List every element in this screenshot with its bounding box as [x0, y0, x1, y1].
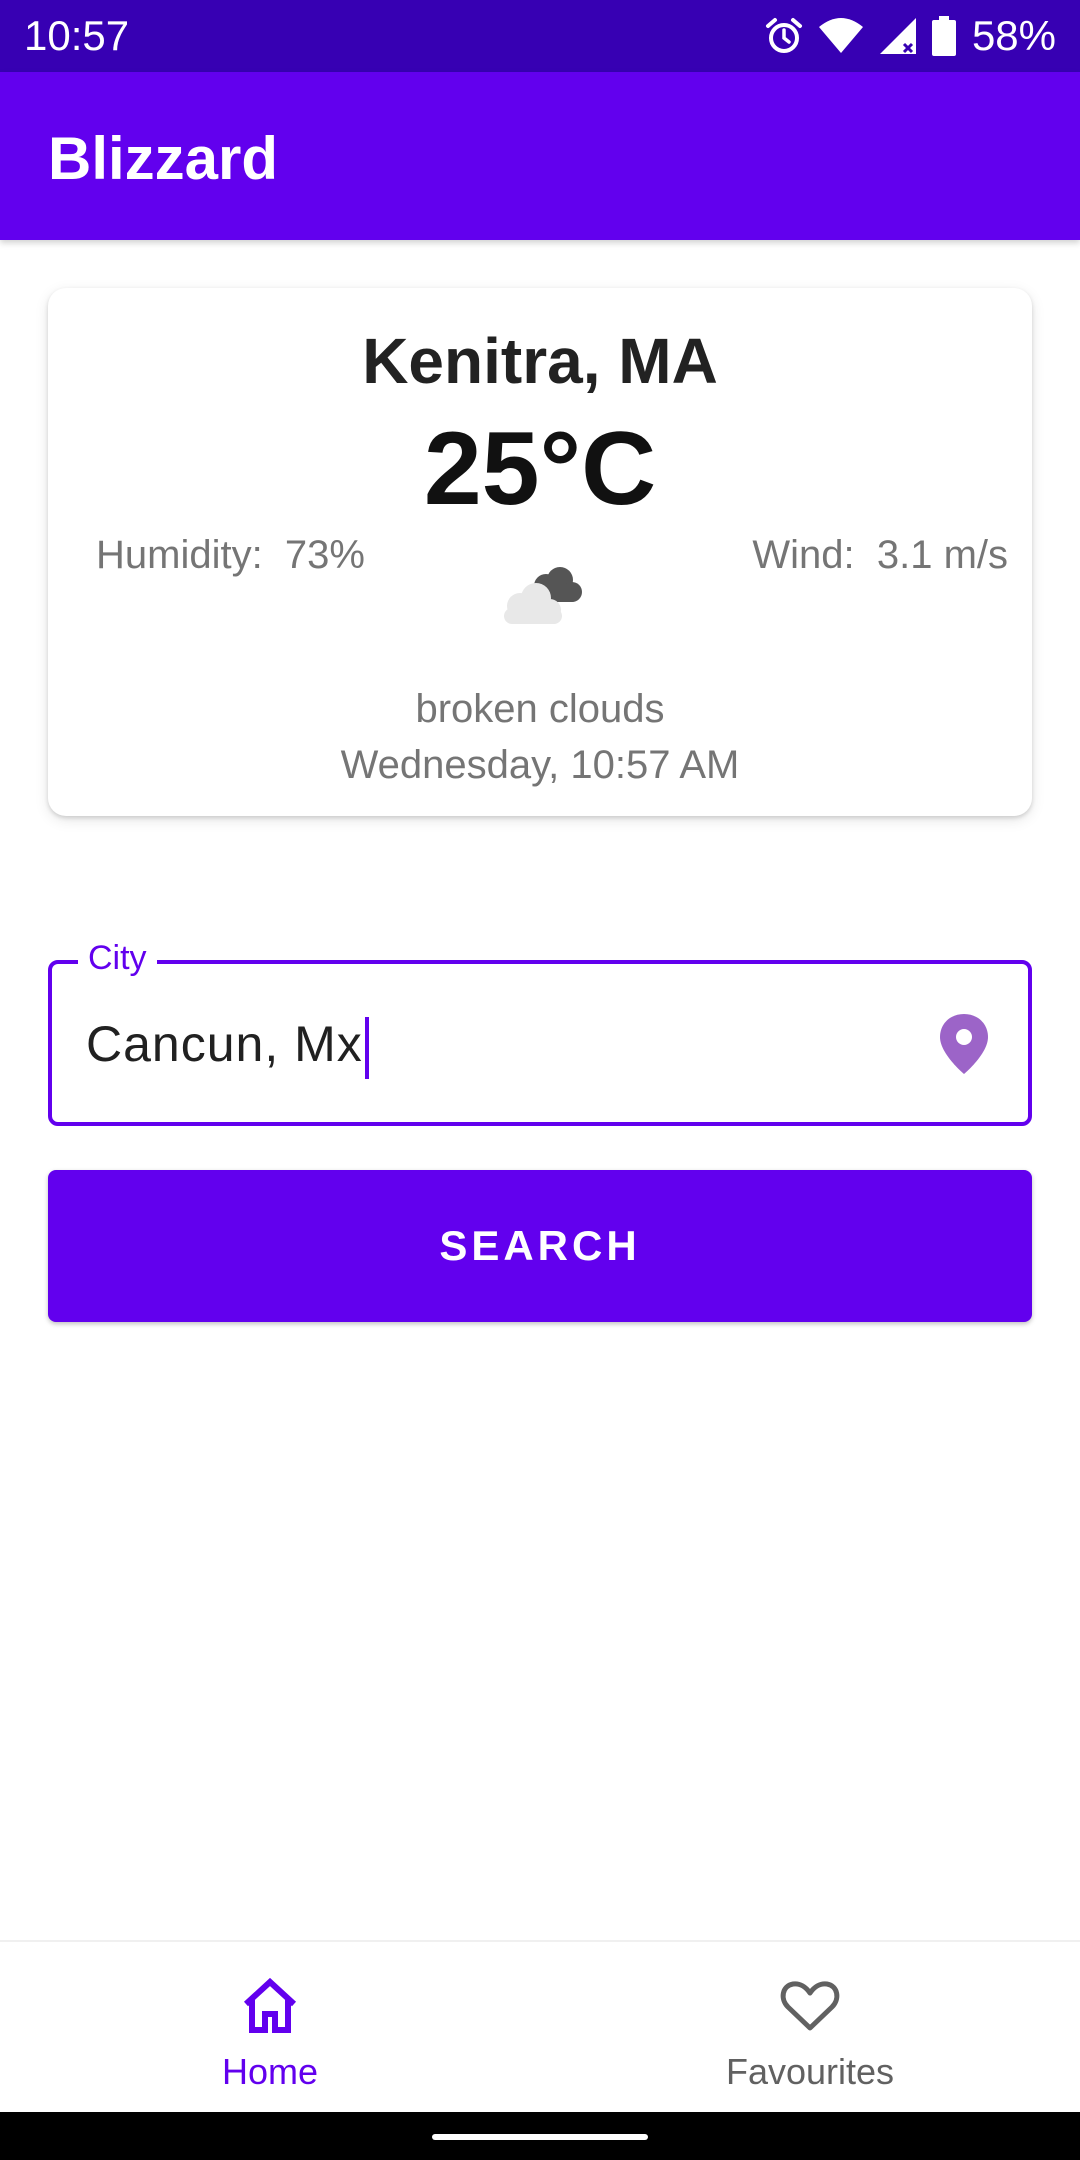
app-title: Blizzard [48, 125, 279, 192]
city-input-field[interactable]: City Cancun, Mx [48, 936, 1032, 1126]
bottom-navigation: Home Favourites [0, 1940, 1080, 2114]
cellular-signal-icon [878, 16, 918, 56]
weather-city-name: Kenitra, MA [362, 325, 718, 397]
status-icons: 58% [764, 10, 1056, 62]
weather-wind: Wind: 3.1 m/s [752, 533, 1008, 577]
weather-card: Kenitra, MA 25°C Humidity: 73% Wind: 3.1… [48, 288, 1032, 816]
nav-item-home[interactable]: Home [0, 1942, 540, 2114]
text-cursor [364, 1016, 369, 1079]
weather-datetime: Wednesday, 10:57 AM [340, 743, 740, 787]
weather-humidity: Humidity: 73% [96, 533, 365, 577]
nav-label-home: Home [221, 2051, 319, 2092]
alarm-icon [764, 16, 804, 56]
status-bar: 10:57 58% [0, 0, 1080, 72]
broken-clouds-icon [494, 562, 586, 632]
heart-icon [778, 1974, 842, 2038]
search-button[interactable]: SEARCH [48, 1170, 1032, 1322]
city-input[interactable]: Cancun, Mx [86, 1014, 369, 1079]
nav-label-favourites: Favourites [725, 2051, 895, 2092]
system-navigation-bar [0, 2112, 1080, 2160]
city-input-label: City [78, 936, 157, 980]
battery-icon [931, 16, 956, 56]
status-time: 10:57 [24, 12, 130, 59]
wifi-icon [818, 17, 864, 55]
nav-item-favourites[interactable]: Favourites [540, 1942, 1080, 2114]
weather-temperature: 25°C [423, 411, 657, 527]
gesture-handle[interactable] [432, 2134, 648, 2140]
app-bar: Blizzard [0, 72, 1080, 240]
weather-description: broken clouds [415, 687, 665, 731]
battery-percentage: 58% [971, 12, 1056, 59]
home-icon [238, 1974, 302, 2038]
city-input-value: Cancun, Mx [86, 1016, 363, 1072]
location-pin-icon[interactable] [938, 1012, 990, 1076]
